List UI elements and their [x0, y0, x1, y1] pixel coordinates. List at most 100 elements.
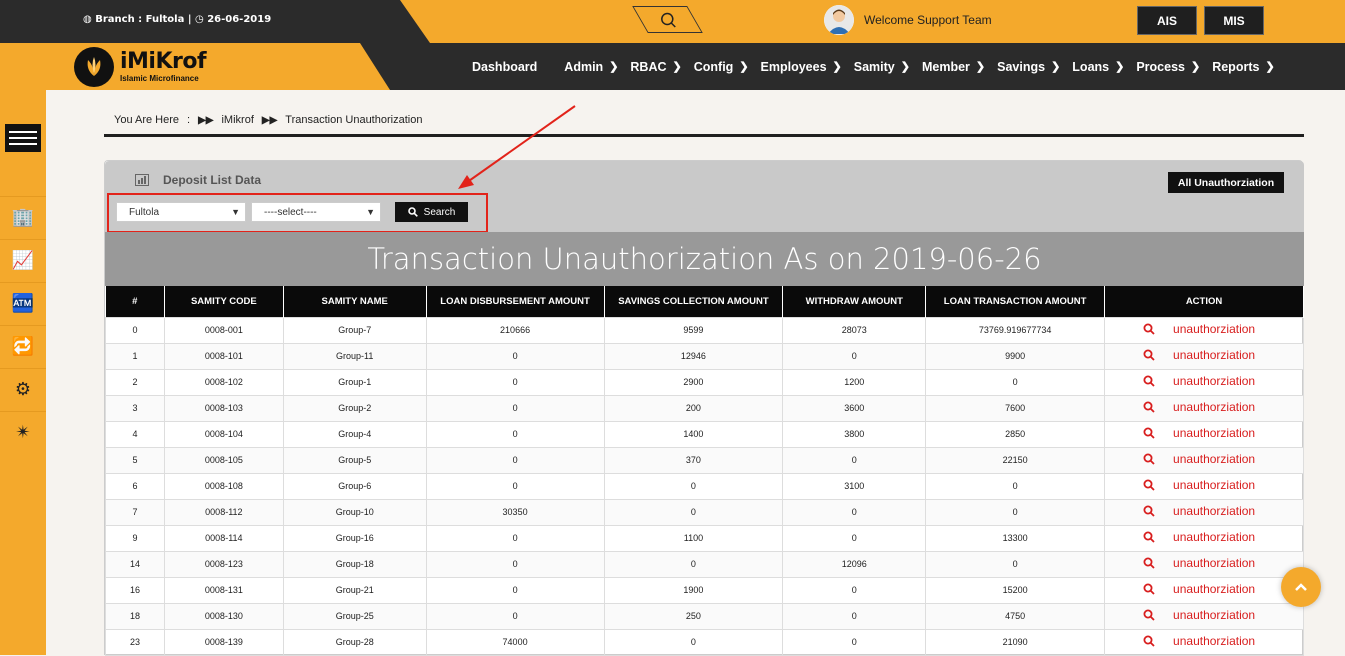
- ais-button[interactable]: AIS: [1137, 6, 1197, 35]
- search-icon[interactable]: [1143, 427, 1155, 442]
- cell-savings-collection: 0: [603, 628, 784, 656]
- search-icon[interactable]: [1143, 557, 1155, 572]
- cash-register-icon[interactable]: 🏧: [0, 282, 46, 324]
- breadcrumb-prefix: You Are Here: [114, 114, 180, 126]
- unauthorize-link[interactable]: unauthorziation: [1173, 452, 1255, 466]
- breadcrumb-sep: :: [187, 114, 191, 126]
- search-icon[interactable]: [1143, 583, 1155, 598]
- branch-select-value: Fultola: [129, 206, 160, 218]
- cell-samity-name: Group-2: [282, 394, 427, 422]
- samity-select[interactable]: ----select---- ▼: [251, 202, 381, 222]
- search-icon[interactable]: [1143, 505, 1155, 520]
- cell-action: unauthorziation: [1104, 602, 1304, 630]
- nav-label: Dashboard: [472, 59, 538, 74]
- unauthorize-link[interactable]: unauthorziation: [1173, 634, 1255, 648]
- cell-samity-code: 0008-105: [163, 446, 284, 474]
- panel-title: Deposit List Data: [135, 173, 261, 187]
- cell-savings-collection: 9599: [603, 316, 784, 344]
- mis-button[interactable]: MIS: [1204, 6, 1264, 35]
- all-unauthorization-button[interactable]: All Unauthorziation: [1168, 172, 1284, 193]
- cell-loan-disbursement: 74000: [425, 628, 605, 656]
- unauthorize-link[interactable]: unauthorziation: [1173, 426, 1255, 440]
- cell-savings-collection: 250: [603, 602, 784, 630]
- nav-label: Process: [1136, 59, 1185, 74]
- transfer-icon[interactable]: 🔁: [0, 325, 46, 367]
- nav-item-process[interactable]: Process ❯: [1136, 60, 1200, 74]
- caret-down-icon: ▼: [231, 207, 240, 217]
- unauthorize-link[interactable]: unauthorziation: [1173, 556, 1255, 570]
- cell-loan-transaction: 7600: [925, 394, 1106, 422]
- nav-item-member[interactable]: Member ❯: [922, 60, 985, 74]
- branch-select[interactable]: Fultola ▼: [116, 202, 246, 222]
- chevron-right-icon: ❯: [1190, 61, 1201, 73]
- transaction-table: # SAMITY CODE SAMITY NAME LOAN DISBURSEM…: [105, 286, 1304, 656]
- logo[interactable]: iMiKrof Islamic Microfinance: [74, 47, 207, 87]
- table-header-row: # SAMITY CODE SAMITY NAME LOAN DISBURSEM…: [105, 286, 1304, 317]
- branch-info: ◍ Branch : Fultola | ◷ 26-06-2019: [83, 14, 271, 25]
- unauthorize-link[interactable]: unauthorziation: [1173, 582, 1255, 596]
- unauthorize-link[interactable]: unauthorziation: [1173, 478, 1255, 492]
- branch-text: Branch : Fultola |: [95, 14, 192, 25]
- cell-withdraw: 0: [782, 498, 927, 526]
- unauthorize-link[interactable]: unauthorziation: [1173, 322, 1255, 336]
- cell-loan-transaction: 21090: [925, 628, 1106, 656]
- cell-loan-disbursement: 0: [425, 602, 605, 630]
- chevron-up-icon: [1295, 583, 1307, 591]
- search-button[interactable]: Search: [395, 202, 468, 222]
- nav-item-samity[interactable]: Samity ❯: [854, 60, 910, 74]
- unauthorize-link[interactable]: unauthorziation: [1173, 348, 1255, 362]
- search-icon[interactable]: [1143, 401, 1155, 416]
- nav-item-rbac[interactable]: RBAC ❯: [630, 60, 681, 74]
- settings-gears-icon[interactable]: ⚙: [0, 368, 46, 410]
- nav-item-dashboard[interactable]: Dashboard: [472, 60, 537, 74]
- cell-savings-collection: 2900: [603, 368, 784, 396]
- search-icon[interactable]: [1143, 609, 1155, 624]
- nav-item-employees[interactable]: Employees ❯: [761, 60, 842, 74]
- hamburger-menu-icon[interactable]: [5, 124, 41, 152]
- breadcrumb-divider: [104, 134, 1304, 137]
- nav-menu: Dashboard Admin ❯ RBAC ❯ Config ❯ Employees…: [472, 43, 1287, 90]
- search-icon[interactable]: [1143, 635, 1155, 650]
- nav-item-reports[interactable]: Reports ❯: [1212, 60, 1274, 74]
- unauthorize-link[interactable]: unauthorziation: [1173, 374, 1255, 388]
- cell-action: unauthorziation: [1104, 550, 1304, 578]
- search-icon[interactable]: [1143, 349, 1155, 364]
- cell-withdraw: 12096: [782, 550, 927, 578]
- search-icon[interactable]: [1143, 453, 1155, 468]
- chevron-right-icon: ❯: [672, 61, 682, 73]
- nav-item-loans[interactable]: Loans ❯: [1072, 60, 1124, 74]
- breadcrumb-home[interactable]: iMikrof: [221, 114, 253, 126]
- nav-label: Samity: [853, 59, 895, 74]
- cell-savings-collection: 0: [603, 472, 784, 500]
- logo-tagline: Islamic Microfinance: [120, 74, 199, 83]
- nav-item-savings[interactable]: Savings ❯: [997, 60, 1060, 74]
- unauthorize-link[interactable]: unauthorziation: [1173, 400, 1255, 414]
- nav-item-config[interactable]: Config ❯: [694, 60, 749, 74]
- table-row: 4 0008-104 Group-4 0 1400 3800 2850 unauthorzia…: [105, 420, 1304, 448]
- unauthorize-link[interactable]: unauthorziation: [1173, 530, 1255, 544]
- cell-loan-disbursement: 0: [425, 368, 605, 396]
- welcome-text: Welcome Support Team: [864, 13, 992, 27]
- scroll-to-top-button[interactable]: [1281, 567, 1321, 607]
- search-icon[interactable]: [1143, 375, 1155, 390]
- avatar[interactable]: [824, 5, 854, 35]
- user-welcome[interactable]: Welcome Support Team: [824, 5, 992, 35]
- search-icon[interactable]: [1143, 531, 1155, 546]
- unauthorize-link[interactable]: unauthorziation: [1173, 608, 1255, 622]
- nav-item-admin[interactable]: Admin ❯: [564, 60, 618, 74]
- search-icon[interactable]: [1143, 323, 1155, 338]
- search-icon[interactable]: [1143, 479, 1155, 494]
- network-icon[interactable]: ✴: [0, 411, 46, 453]
- table-row: 23 0008-139 Group-28 74000 0 0 21090 unauthorzi…: [105, 628, 1304, 656]
- chart-growth-icon[interactable]: 📈: [0, 239, 46, 281]
- table-row: 18 0008-130 Group-25 0 250 0 4750 unauthorziati…: [105, 602, 1304, 630]
- cell-loan-disbursement: 210666: [425, 316, 605, 344]
- double-chevron-icon: ▶▶: [261, 114, 278, 126]
- cell-withdraw: 1200: [782, 368, 927, 396]
- cell-loan-disbursement: 0: [425, 472, 605, 500]
- col-header-loan-disbursement: LOAN DISBURSEMENT AMOUNT: [426, 286, 605, 317]
- col-header-index: #: [105, 286, 165, 317]
- unauthorize-link[interactable]: unauthorziation: [1173, 504, 1255, 518]
- building-icon[interactable]: 🏢: [0, 196, 46, 238]
- cell-loan-transaction: 0: [925, 550, 1106, 578]
